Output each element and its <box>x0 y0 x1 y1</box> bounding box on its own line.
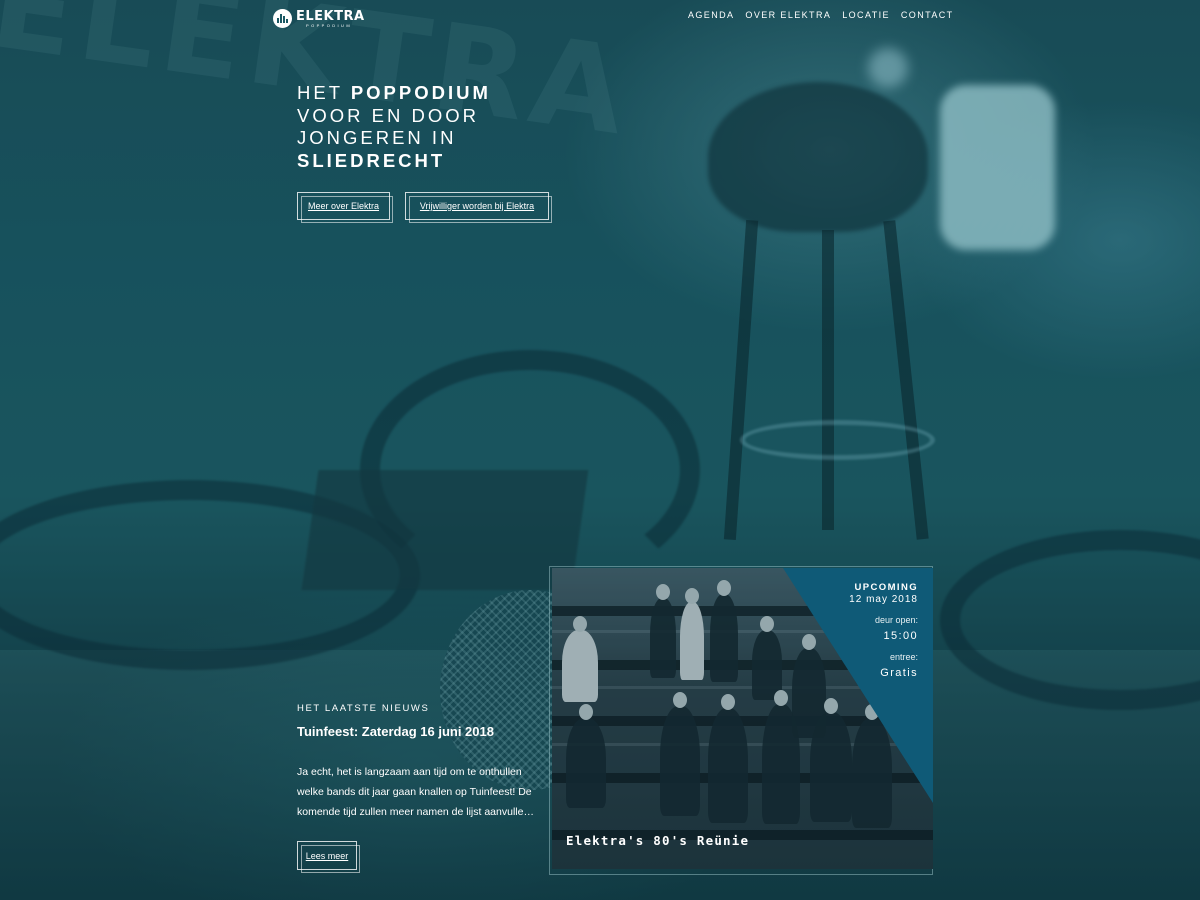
event-card[interactable]: UPCOMING 12 may 2018 deur open: 15:00 en… <box>552 568 933 869</box>
door-open-label: deur open: <box>874 615 918 625</box>
upcoming-tag: UPCOMING <box>854 582 918 593</box>
logo-waveform-icon <box>273 9 292 28</box>
door-open-time: 15:00 <box>883 630 918 642</box>
entry-label: entree: <box>889 652 918 662</box>
hero-line-3: JONGEREN IN <box>297 127 457 148</box>
logo-name: ELEKTRA <box>296 8 365 24</box>
nav-over-elektra[interactable]: OVER ELEKTRA <box>745 10 831 20</box>
main-nav: AGENDA OVER ELEKTRA LOCATIE CONTACT <box>688 10 954 20</box>
logo-subtitle: POPPODIUM <box>306 22 353 28</box>
hero-line-1: HET <box>297 82 351 103</box>
site-logo[interactable]: ELEKTRA POPPODIUM <box>273 9 365 28</box>
hero-heading: HET POPPODIUM VOOR EN DOOR JONGEREN IN S… <box>297 82 491 172</box>
hero-line-4: SLIEDRECHT <box>297 149 446 171</box>
about-button[interactable]: Meer over Elektra <box>297 192 393 223</box>
hero-line-2: VOOR EN DOOR <box>297 104 479 126</box>
read-more-button[interactable]: Lees meer <box>297 841 360 873</box>
entry-value: Gratis <box>880 667 918 679</box>
nav-agenda[interactable]: AGENDA <box>688 10 734 20</box>
news-excerpt: Ja echt, het is langzaam aan tijd om te … <box>297 766 534 818</box>
event-info: UPCOMING 12 may 2018 deur open: 15:00 en… <box>849 582 918 679</box>
event-title[interactable]: Elektra's 80's Reünie <box>566 833 749 848</box>
news-title[interactable]: Tuinfeest: Zaterdag 16 juni 2018 <box>297 724 494 739</box>
nav-contact[interactable]: CONTACT <box>901 10 954 20</box>
volunteer-button[interactable]: Vrijwilliger worden bij Elektra <box>405 192 552 223</box>
event-date: 12 may 2018 <box>849 594 918 605</box>
news-kicker: HET LAATSTE NIEUWS <box>297 703 430 714</box>
hero-line-1-bold: POPPODIUM <box>350 82 491 103</box>
nav-locatie[interactable]: LOCATIE <box>842 10 890 20</box>
